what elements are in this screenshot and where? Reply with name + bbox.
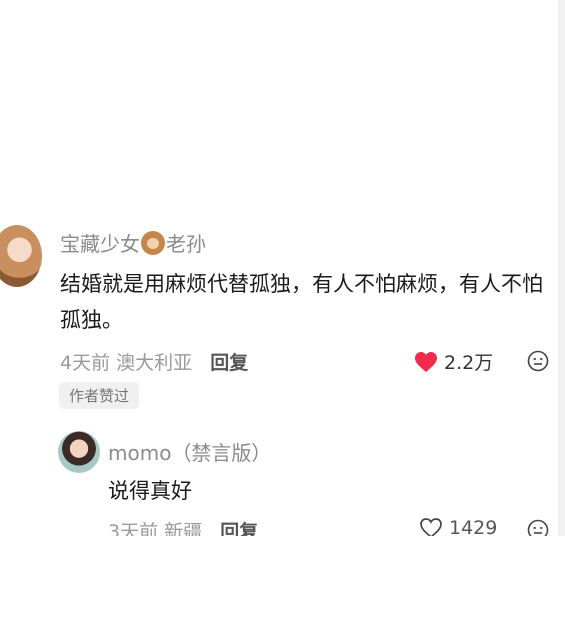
like-count: 2.2万 bbox=[444, 352, 494, 374]
reply-avatar[interactable] bbox=[58, 431, 100, 473]
reply-username[interactable]: momo（禁言版） bbox=[108, 437, 271, 466]
comment-text: 结婚就是用麻烦代替孤独，有人不怕麻烦，有人不怕孤独。 bbox=[60, 272, 543, 332]
username-text: 宝藏少女 bbox=[60, 232, 140, 256]
like-button[interactable]: 2.2万 bbox=[414, 348, 493, 375]
username-text-suffix: 老孙 bbox=[166, 232, 206, 256]
author-liked-badge: 作者赞过 bbox=[59, 382, 140, 409]
comment-meta: 4天前 澳大利亚 回复 bbox=[60, 348, 248, 375]
monkey-emoji-icon bbox=[141, 231, 165, 255]
bottom-cutoff bbox=[0, 536, 565, 631]
avatar[interactable] bbox=[0, 225, 42, 287]
reply-text: 说得真好 bbox=[108, 479, 192, 503]
heart-filled-icon bbox=[415, 351, 437, 372]
comment-location: 澳大利亚 bbox=[116, 352, 193, 374]
comment-time: 4天前 bbox=[60, 352, 111, 374]
emoji-reaction-icon[interactable] bbox=[527, 350, 549, 372]
reply-button[interactable]: 回复 bbox=[210, 352, 248, 374]
comment-username[interactable]: 宝藏少女 老孙 bbox=[60, 228, 206, 257]
